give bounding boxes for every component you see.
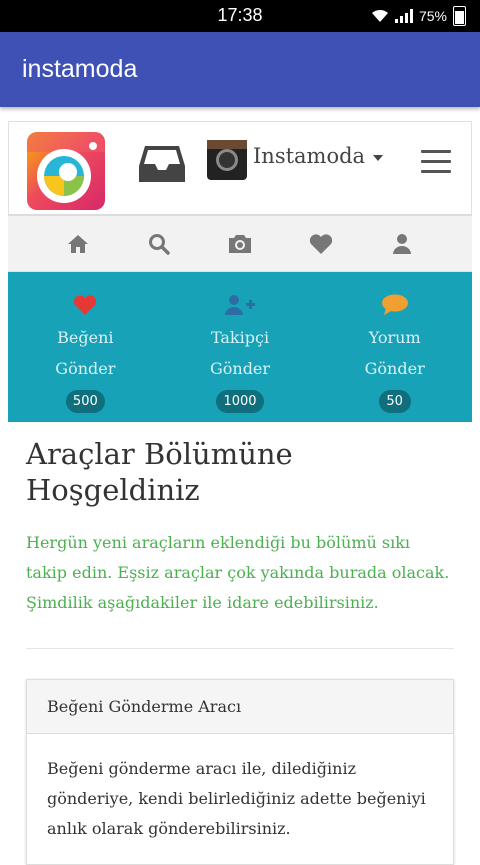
tool-card-title[interactable]: Beğeni Gönderme Aracı [27, 680, 453, 734]
status-bar: 17:38 75% [0, 0, 480, 32]
profile-menu[interactable]: Instamoda [253, 144, 384, 168]
service-label-line1: Takipçi [210, 328, 270, 347]
icon-navigation [8, 214, 472, 272]
service-label-line2: Gönder [55, 359, 116, 378]
service-label-line1: Beğeni [57, 328, 114, 347]
home-icon[interactable] [58, 234, 98, 254]
service-label-line2: Gönder [364, 359, 425, 378]
profile-username: Instamoda [253, 144, 366, 168]
inbox-icon[interactable] [139, 144, 185, 188]
caret-down-icon [373, 154, 384, 161]
heart-icon [74, 295, 97, 315]
web-content: Instamoda Beğeni Gönder 500 Takipçi Gönd… [0, 107, 480, 865]
service-comments[interactable]: Yorum Gönder 50 [317, 272, 472, 422]
top-navigation: Instamoda [8, 121, 472, 214]
heart-icon[interactable] [301, 233, 341, 255]
service-likes[interactable]: Beğeni Gönder 500 [8, 272, 163, 422]
service-count-badge: 1000 [216, 390, 264, 413]
page-title: Araçlar Bölümüne Hoşgeldiniz [26, 437, 293, 507]
intro-text: Hergün yeni araçların eklendiği bu bölüm… [26, 533, 450, 612]
signal-icon [394, 9, 413, 23]
service-followers[interactable]: Takipçi Gönder 1000 [163, 272, 318, 422]
battery-percent: 75% [418, 8, 447, 24]
menu-icon[interactable] [421, 150, 451, 180]
services-panel: Beğeni Gönder 500 Takipçi Gönder 1000 Yo… [8, 272, 472, 422]
tool-card: Beğeni Gönderme Aracı Beğeni gönderme ar… [26, 679, 454, 865]
battery-icon [453, 6, 466, 26]
profile-avatar[interactable] [207, 140, 247, 180]
instamoda-logo[interactable] [27, 132, 105, 210]
service-count-badge: 50 [378, 390, 411, 413]
divider [26, 648, 454, 649]
tool-card-description: Beğeni gönderme aracı ile, dilediğiniz g… [47, 759, 426, 838]
camera-icon[interactable] [220, 233, 260, 255]
user-plus-icon [225, 295, 255, 315]
wifi-icon [371, 9, 388, 22]
service-label-line1: Yorum [368, 328, 421, 347]
app-bar-title: instamoda [0, 32, 480, 107]
service-label-line2: Gönder [209, 359, 271, 378]
service-count-badge: 500 [65, 390, 105, 413]
comment-icon [381, 294, 408, 315]
search-icon[interactable] [139, 233, 179, 255]
user-icon[interactable] [382, 233, 422, 255]
